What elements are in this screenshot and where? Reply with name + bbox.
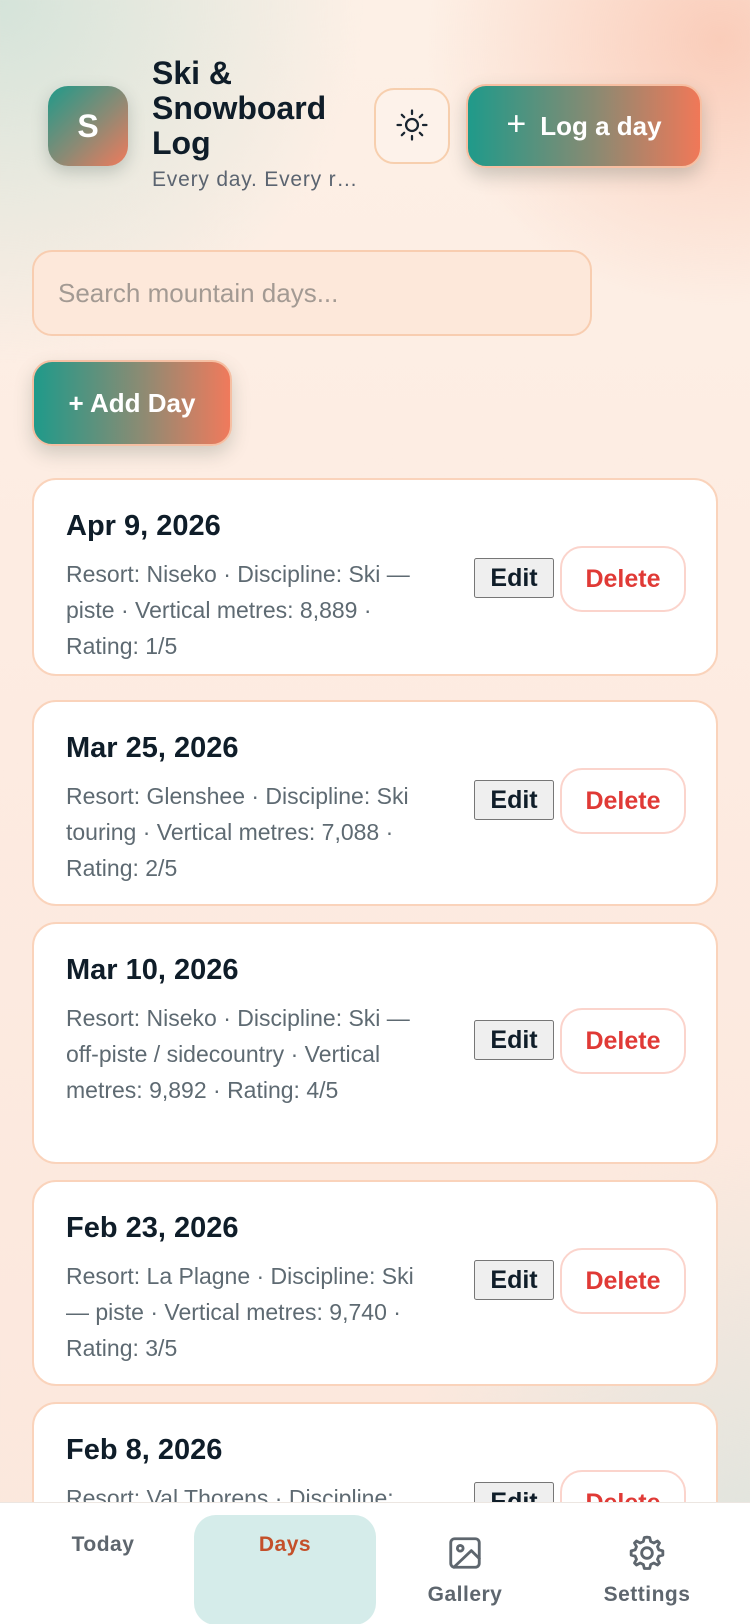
theme-toggle-button[interactable] [374, 88, 450, 164]
delete-button[interactable]: Delete [560, 768, 686, 834]
day-card: Mar 25, 2026 Resort: Glenshee · Discipli… [32, 700, 718, 906]
app-title: Ski & Snowboard Log [152, 55, 327, 161]
delete-button[interactable]: Delete [560, 1470, 686, 1502]
day-date: Feb 8, 2026 [66, 1434, 223, 1466]
day-description: Resort: La Plagne · Discipline: Ski — pi… [66, 1263, 414, 1361]
day-card: Feb 23, 2026 Resort: La Plagne · Discipl… [32, 1180, 718, 1386]
app-logo-letter: S [77, 107, 99, 144]
day-description: Resort: Val Thorens · Discipline: [66, 1485, 394, 1502]
tab-settings-label: Settings [603, 1583, 691, 1606]
tab-gallery[interactable]: Gallery [374, 1515, 556, 1624]
search-input[interactable] [32, 250, 592, 336]
edit-button[interactable]: Edit [474, 1260, 554, 1300]
tab-settings[interactable]: Settings [556, 1515, 738, 1624]
edit-button[interactable]: Edit [474, 1482, 554, 1502]
edit-button[interactable]: Edit [474, 780, 554, 820]
day-card: Apr 9, 2026 Resort: Niseko · Discipline:… [32, 478, 718, 676]
edit-button[interactable]: Edit [474, 558, 554, 598]
app-subtitle: Every day. Every run. [152, 168, 362, 191]
add-day-button[interactable]: + Add Day [32, 360, 232, 446]
day-card: Mar 10, 2026 Resort: Niseko · Discipline… [32, 922, 718, 1164]
day-date: Mar 25, 2026 [66, 732, 239, 764]
day-date: Apr 9, 2026 [66, 510, 221, 542]
image-icon [446, 1533, 484, 1573]
app-header: S Ski & Snowboard Log Every day. Every r… [0, 56, 750, 196]
day-date: Mar 10, 2026 [66, 954, 239, 986]
app-logo: S [48, 86, 128, 166]
day-description: Resort: Glenshee · Discipline: Ski touri… [66, 783, 409, 881]
delete-button[interactable]: Delete [560, 546, 686, 612]
plus-icon: + [506, 105, 527, 143]
gear-icon [627, 1533, 667, 1573]
day-description: Resort: Niseko · Discipline: Ski — piste… [66, 561, 410, 659]
sun-icon [395, 108, 429, 145]
tab-days-label: Days [258, 1533, 312, 1556]
day-date: Feb 23, 2026 [66, 1212, 239, 1244]
tab-days[interactable]: Days [194, 1515, 376, 1624]
title-block: Ski & Snowboard Log Every day. Every run… [152, 56, 362, 192]
tab-today-label: Today [71, 1533, 135, 1556]
edit-button[interactable]: Edit [474, 1020, 554, 1060]
day-description: Resort: Niseko · Discipline: Ski — off-p… [66, 1005, 410, 1103]
tab-gallery-label: Gallery [427, 1583, 503, 1606]
log-day-label: Log a day [540, 110, 662, 141]
tab-today[interactable]: Today [12, 1515, 194, 1624]
delete-button[interactable]: Delete [560, 1008, 686, 1074]
bottom-nav: Today Days Gallery Settings [0, 1502, 750, 1624]
delete-button[interactable]: Delete [560, 1248, 686, 1314]
day-card: Feb 8, 2026 Resort: Val Thorens · Discip… [32, 1402, 718, 1502]
day-list: Apr 9, 2026 Resort: Niseko · Discipline:… [32, 478, 718, 1502]
log-day-button[interactable]: + Log a day [466, 84, 702, 168]
